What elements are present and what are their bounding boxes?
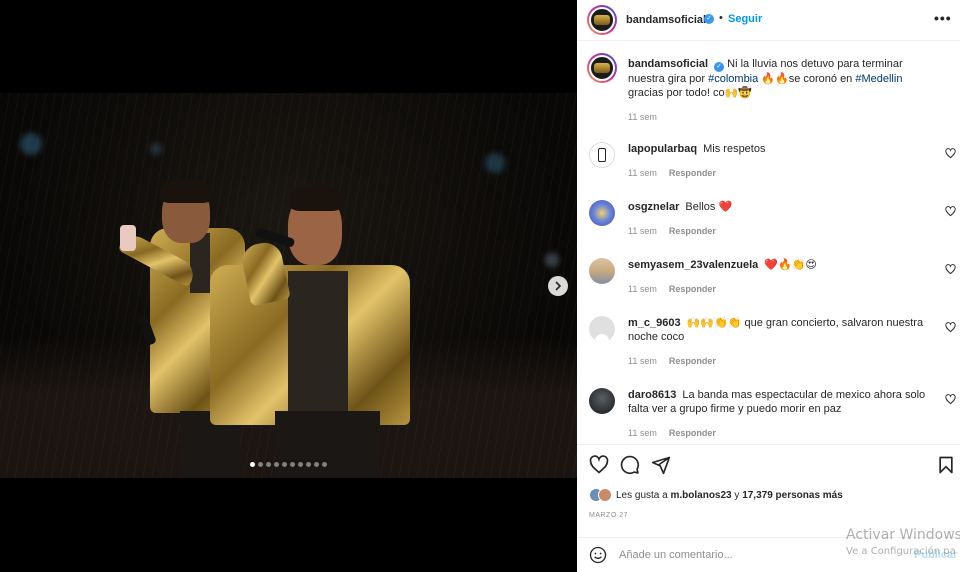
watermark-line2: Ve a Configuración pa — [846, 546, 956, 557]
account-avatar[interactable] — [587, 5, 617, 35]
comment-text: osgznelar Bellos ❤️ — [628, 200, 928, 214]
post-sidebar: bandamsoficial ✓ • Seguir ••• bandamsofi… — [577, 0, 960, 572]
commenter-avatar[interactable] — [589, 142, 615, 168]
reply-button[interactable]: Responder — [669, 168, 716, 178]
comment-meta: 11 sem Responder — [628, 168, 716, 178]
carousel-dot — [306, 462, 311, 467]
caption-body: 🔥🔥se coronó en — [758, 73, 856, 85]
comment-body: Bellos ❤️ — [685, 201, 733, 213]
comment-text: semyasem_23valenzuela ❤️🔥👏😍 — [628, 258, 928, 272]
windows-activation-watermark: Activar Windows Ve a Configuración pa — [846, 527, 960, 557]
liker-username[interactable]: m.bolanos23 — [670, 490, 731, 501]
carousel-dot — [290, 462, 295, 467]
comments-list[interactable]: bandamsoficial ✓ Ni la lluvia nos detuvo … — [577, 41, 960, 445]
commenter-avatar[interactable] — [589, 200, 615, 226]
comment-body: Mis respetos — [703, 143, 766, 155]
comment-meta: 11 sem Responder — [628, 356, 716, 366]
carousel-dot — [274, 462, 279, 467]
like-comment-icon[interactable] — [945, 264, 956, 275]
comment-time: 11 sem — [628, 168, 657, 178]
band-logo — [594, 63, 610, 73]
carousel-dot — [282, 462, 287, 467]
caption-body: gracias por todo! co🙌🤠 — [628, 87, 753, 99]
caption-username[interactable]: bandamsoficial — [628, 58, 708, 70]
carousel-dot — [266, 462, 271, 467]
comment-time: 11 sem — [628, 284, 657, 294]
default-avatar-icon[interactable] — [589, 316, 615, 342]
reply-button[interactable]: Responder — [669, 356, 716, 366]
like-comment-icon[interactable] — [945, 322, 956, 333]
reply-button[interactable]: Responder — [669, 284, 716, 294]
post-media — [0, 0, 577, 572]
reply-button[interactable]: Responder — [669, 226, 716, 236]
caption-time: 11 sem — [628, 112, 657, 122]
verified-icon: ✓ — [714, 62, 725, 72]
account-username[interactable]: bandamsoficial — [626, 14, 706, 26]
comment-username[interactable]: daro8613 — [628, 389, 676, 401]
comment-username[interactable]: lapopularbaq — [628, 143, 697, 155]
liker-avatar — [598, 488, 612, 502]
post-header: bandamsoficial ✓ • Seguir ••• — [577, 0, 960, 41]
likes-summary: Les gusta a m.bolanos23 y 17,379 persona… — [589, 488, 843, 502]
likes-count-link[interactable]: 17,379 personas más — [742, 490, 843, 501]
band-logo — [594, 15, 610, 25]
separator-dot: • — [719, 12, 723, 24]
comment-username[interactable]: semyasem_23valenzuela — [628, 259, 758, 271]
like-comment-icon[interactable] — [945, 206, 956, 217]
comment-meta: 11 sem Responder — [628, 428, 716, 438]
comment-time: 11 sem — [628, 226, 657, 236]
more-options-icon[interactable]: ••• — [934, 10, 952, 26]
post-date: MARZO 27 — [589, 512, 629, 519]
caption-text: bandamsoficial ✓ Ni la lluvia nos detuvo … — [628, 57, 928, 100]
share-icon[interactable] — [651, 455, 671, 475]
like-icon[interactable] — [589, 455, 609, 475]
comment-text: daro8613 La banda mas espectacular de me… — [628, 388, 928, 416]
carousel-dot — [322, 462, 327, 467]
watermark-line1: Activar Windows — [846, 527, 960, 543]
verified-icon: ✓ — [704, 14, 714, 24]
likes-text: Les gusta a m.bolanos23 y 17,379 persona… — [616, 489, 843, 501]
follow-button[interactable]: Seguir — [728, 13, 762, 25]
comment-time: 11 sem — [628, 356, 657, 366]
carousel-dot — [314, 462, 319, 467]
comment-username[interactable]: osgznelar — [628, 201, 679, 213]
like-comment-icon[interactable] — [945, 148, 956, 159]
chevron-right-icon — [555, 281, 562, 291]
commenter-avatar[interactable] — [589, 388, 615, 414]
carousel-dot — [298, 462, 303, 467]
comment-time: 11 sem — [628, 428, 657, 438]
comment-icon[interactable] — [620, 455, 640, 475]
save-bookmark-icon[interactable] — [936, 455, 956, 475]
comment-body: ❤️🔥👏😍 — [764, 259, 817, 271]
carousel-dot — [250, 462, 255, 467]
commenter-avatar[interactable] — [589, 258, 615, 284]
post-photo[interactable] — [0, 93, 577, 478]
hashtag-link[interactable]: #Medellin — [855, 73, 902, 85]
carousel-indicator — [250, 462, 327, 467]
reply-button[interactable]: Responder — [669, 428, 716, 438]
comment-meta: 11 sem Responder — [628, 226, 716, 236]
like-comment-icon[interactable] — [945, 394, 956, 405]
comment-meta: 11 sem Responder — [628, 284, 716, 294]
comment-text: lapopularbaq Mis respetos — [628, 142, 928, 156]
carousel-next-button[interactable] — [548, 276, 568, 296]
carousel-dot — [258, 462, 263, 467]
emoji-icon[interactable] — [589, 546, 607, 564]
comment-username[interactable]: m_c_9603 — [628, 317, 681, 329]
hashtag-link[interactable]: #colombia — [708, 73, 758, 85]
comment-input[interactable] — [619, 547, 869, 563]
comment-text: m_c_9603 🙌🙌👏👏 que gran concierto, salvar… — [628, 316, 928, 344]
caption-avatar[interactable] — [587, 53, 617, 83]
